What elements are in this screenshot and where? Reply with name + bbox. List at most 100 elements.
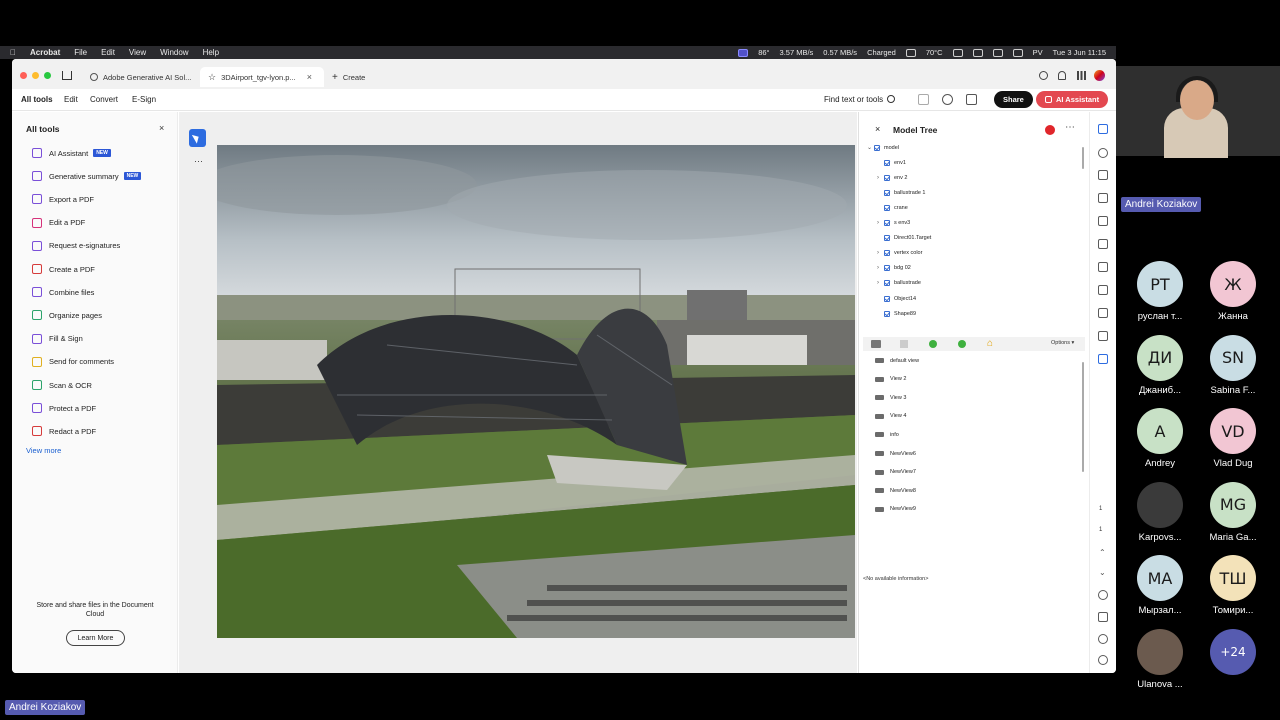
camera-icon[interactable] xyxy=(871,340,881,348)
tool-item[interactable]: Protect a PDF xyxy=(32,401,96,415)
bell-icon[interactable] xyxy=(1058,71,1066,80)
tool-item[interactable]: Send for comments xyxy=(32,355,114,369)
tab-3dairport[interactable]: ☆ 3DAirport_tgv-lyon.p... × xyxy=(200,67,324,87)
tool-item[interactable]: Create a PDF xyxy=(32,262,95,276)
tool-item[interactable]: Request e-signatures xyxy=(32,239,120,253)
display-icon[interactable] xyxy=(952,48,963,57)
update-view-icon[interactable] xyxy=(958,340,966,348)
lock2-icon[interactable] xyxy=(1098,331,1108,341)
clock[interactable]: Tue 3 Jun 11:15 xyxy=(1053,48,1106,57)
attachments-icon[interactable] xyxy=(1098,262,1108,272)
tool-item[interactable]: Combine files xyxy=(32,285,94,299)
avatar[interactable] xyxy=(1094,70,1105,81)
close-panel-icon[interactable]: × xyxy=(159,123,164,133)
menu-help[interactable]: Help xyxy=(203,48,219,57)
visibility-checkbox[interactable] xyxy=(884,204,890,211)
visibility-checkbox[interactable] xyxy=(884,250,890,257)
participant-avatar[interactable]: MA xyxy=(1137,555,1183,601)
print-icon[interactable] xyxy=(966,94,977,105)
upload-icon[interactable] xyxy=(942,94,953,105)
visibility-checkbox[interactable] xyxy=(884,159,890,166)
participant-avatar[interactable] xyxy=(1137,481,1183,528)
input-source[interactable]: PV xyxy=(1033,48,1043,57)
participant-avatar[interactable]: Ж xyxy=(1210,261,1256,307)
help-icon[interactable] xyxy=(1039,71,1048,80)
find-text-button[interactable]: Find text or tools xyxy=(824,95,883,104)
tool-item[interactable]: Export a PDF xyxy=(32,192,94,206)
view-item[interactable]: NewView8 xyxy=(875,485,916,496)
toolbar-all-tools[interactable]: All tools xyxy=(21,95,53,104)
visibility-checkbox[interactable] xyxy=(884,280,890,287)
search-icon[interactable] xyxy=(887,95,895,103)
view-item[interactable]: NewView6 xyxy=(875,448,916,459)
save-icon[interactable] xyxy=(918,94,929,105)
select-tool-button[interactable] xyxy=(189,129,206,147)
chevron-right-icon[interactable]: › xyxy=(877,280,884,286)
add-view-icon[interactable] xyxy=(929,340,937,348)
share-button[interactable]: Share xyxy=(994,91,1033,108)
visibility-checkbox[interactable] xyxy=(884,310,890,317)
tool-item[interactable]: AI Assistant NEW xyxy=(32,146,111,160)
tab-adobe-genai[interactable]: Adobe Generative AI Sol... xyxy=(82,67,199,87)
participant-avatar[interactable]: A xyxy=(1137,408,1183,454)
tree-node[interactable]: crane xyxy=(877,202,908,213)
menu-file[interactable]: File xyxy=(74,48,87,57)
visibility-checkbox[interactable] xyxy=(884,174,890,181)
more-options-icon[interactable]: ⋯ xyxy=(1065,122,1076,133)
tree-node[interactable]: Direct01.Target xyxy=(877,233,931,244)
views-scrollbar[interactable] xyxy=(1082,362,1084,472)
more-participants-button[interactable]: +24 xyxy=(1210,628,1256,675)
pages-icon[interactable] xyxy=(1098,193,1108,203)
tree-node[interactable]: › bdg 02 xyxy=(877,263,911,274)
apple-icon[interactable]:  xyxy=(10,48,16,57)
close-tab-icon[interactable]: × xyxy=(307,72,312,82)
menu-app[interactable]: Acrobat xyxy=(30,48,60,57)
tree-node[interactable]: › ballustrade xyxy=(877,278,921,289)
model-tree-icon[interactable] xyxy=(1098,354,1108,364)
tool-item[interactable]: Scan & OCR xyxy=(32,378,92,392)
view-item[interactable]: View 4 xyxy=(875,411,906,422)
edit-pen-icon[interactable] xyxy=(1098,285,1108,295)
participant-avatar[interactable]: SN xyxy=(1210,334,1256,381)
chevron-right-icon[interactable]: › xyxy=(877,220,884,226)
comment-icon[interactable] xyxy=(1098,124,1108,134)
bookmark-icon[interactable] xyxy=(1098,170,1108,180)
participant-avatar[interactable]: VD xyxy=(1210,408,1256,454)
more-tools-icon[interactable]: ⋯ xyxy=(194,156,203,167)
view-item[interactable]: View 3 xyxy=(875,392,906,403)
wifi-icon[interactable] xyxy=(992,48,1003,57)
menu-window[interactable]: Window xyxy=(160,48,188,57)
link-icon[interactable] xyxy=(1098,216,1108,226)
visibility-checkbox[interactable] xyxy=(884,295,890,302)
search-icon[interactable] xyxy=(1012,48,1023,57)
tool-item[interactable]: Organize pages xyxy=(32,308,102,322)
participant-avatar[interactable]: ТШ xyxy=(1210,555,1256,601)
delete-view-icon[interactable] xyxy=(900,340,908,348)
participant-avatar[interactable]: MG xyxy=(1210,481,1256,528)
view-item[interactable]: View 2 xyxy=(875,374,906,385)
tool-item[interactable]: Edit a PDF xyxy=(32,216,85,230)
visibility-checkbox[interactable] xyxy=(884,220,890,226)
tree-scrollbar[interactable] xyxy=(1082,147,1084,169)
visibility-checkbox[interactable] xyxy=(874,144,880,151)
tree-node[interactable]: › vertex color xyxy=(877,248,922,259)
chevron-down-icon[interactable]: ⌄ xyxy=(867,144,874,151)
ai-assistant-side-icon[interactable] xyxy=(1098,148,1108,158)
visibility-checkbox[interactable] xyxy=(884,265,890,272)
close-model-tree-icon[interactable]: × xyxy=(875,124,880,134)
options-dropdown[interactable]: Options ▾ xyxy=(1051,340,1074,346)
toolbar-convert[interactable]: Convert xyxy=(90,95,118,104)
learn-more-button[interactable]: Learn More xyxy=(66,630,125,646)
dropbox-icon[interactable] xyxy=(905,48,916,57)
current-page[interactable]: 1 xyxy=(1099,506,1102,512)
apps-grid-icon[interactable] xyxy=(1077,71,1086,80)
tree-node[interactable]: › s env3 xyxy=(877,218,910,229)
view-item[interactable]: default view xyxy=(875,355,919,366)
close-window-button[interactable] xyxy=(20,72,27,79)
chevron-right-icon[interactable]: › xyxy=(877,250,884,256)
home-icon[interactable] xyxy=(62,71,72,80)
layers-icon[interactable] xyxy=(1098,239,1108,249)
zoom-window-button[interactable] xyxy=(44,72,51,79)
tree-node[interactable]: ⌄ model xyxy=(867,142,899,153)
tree-node[interactable]: Object14 xyxy=(877,293,916,304)
